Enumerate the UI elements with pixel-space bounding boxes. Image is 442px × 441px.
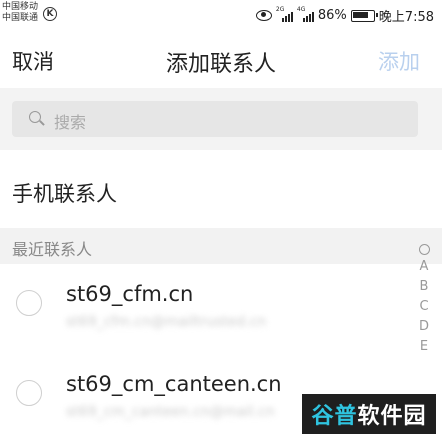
k-logo-icon: K [43, 7, 57, 21]
nav-bar: 取消 添加联系人 添加 [0, 32, 442, 88]
battery-percent: 86% [317, 8, 347, 23]
status-icons: 2G 4G 86% 晚上7:58 [255, 6, 434, 25]
phone-contacts-link[interactable]: 手机联系人 [12, 178, 117, 208]
eye-comfort-icon [255, 10, 272, 21]
select-radio[interactable] [16, 290, 42, 316]
contact-detail: st69_cm_canteen.cn@mail.cn [66, 404, 275, 420]
contact-row[interactable]: st69_cfm.cn st69_cfm.cn@mailtrusted.cn [0, 270, 410, 340]
signal-1-icon: 2G [276, 6, 293, 22]
watermark-accent: 谷普 [311, 404, 358, 429]
contact-name: st69_cm_canteen.cn [66, 372, 282, 396]
alphabet-index[interactable]: A B C D E [410, 244, 438, 357]
clock-time: 晚上7:58 [378, 10, 434, 25]
contact-name: st69_cfm.cn [66, 282, 194, 306]
search-area: 搜索 [0, 88, 442, 150]
carrier-info: 中国移动 中国联通 [2, 2, 38, 24]
recent-section-header: 最近联系人 [0, 228, 442, 264]
add-button[interactable]: 添加 [378, 46, 420, 76]
watermark-logo: 谷普 软件园 [302, 394, 436, 434]
index-letter[interactable]: A [410, 257, 438, 277]
select-radio[interactable] [16, 380, 42, 406]
carrier-2: 中国联通 [2, 13, 39, 23]
signal-2-icon: 4G [297, 6, 314, 22]
carrier-1: 中国移动 [2, 2, 39, 12]
search-input[interactable]: 搜索 [12, 101, 418, 137]
recent-label: 最近联系人 [12, 240, 93, 259]
status-bar: 中国移动 中国联通 K 2G 4G 86% 晚上7:58 [0, 0, 442, 32]
battery-icon [350, 9, 378, 22]
index-letter[interactable]: D [410, 317, 438, 337]
contact-detail: st69_cfm.cn@mailtrusted.cn [66, 314, 267, 330]
search-placeholder: 搜索 [54, 113, 87, 132]
index-letter[interactable]: C [410, 297, 438, 317]
search-icon [29, 111, 41, 123]
index-letter[interactable]: E [410, 337, 438, 357]
page-title: 添加联系人 [165, 52, 276, 77]
watermark-rest: 软件园 [357, 404, 427, 429]
recent-clock-icon[interactable] [418, 244, 430, 255]
index-letter[interactable]: B [410, 277, 438, 297]
